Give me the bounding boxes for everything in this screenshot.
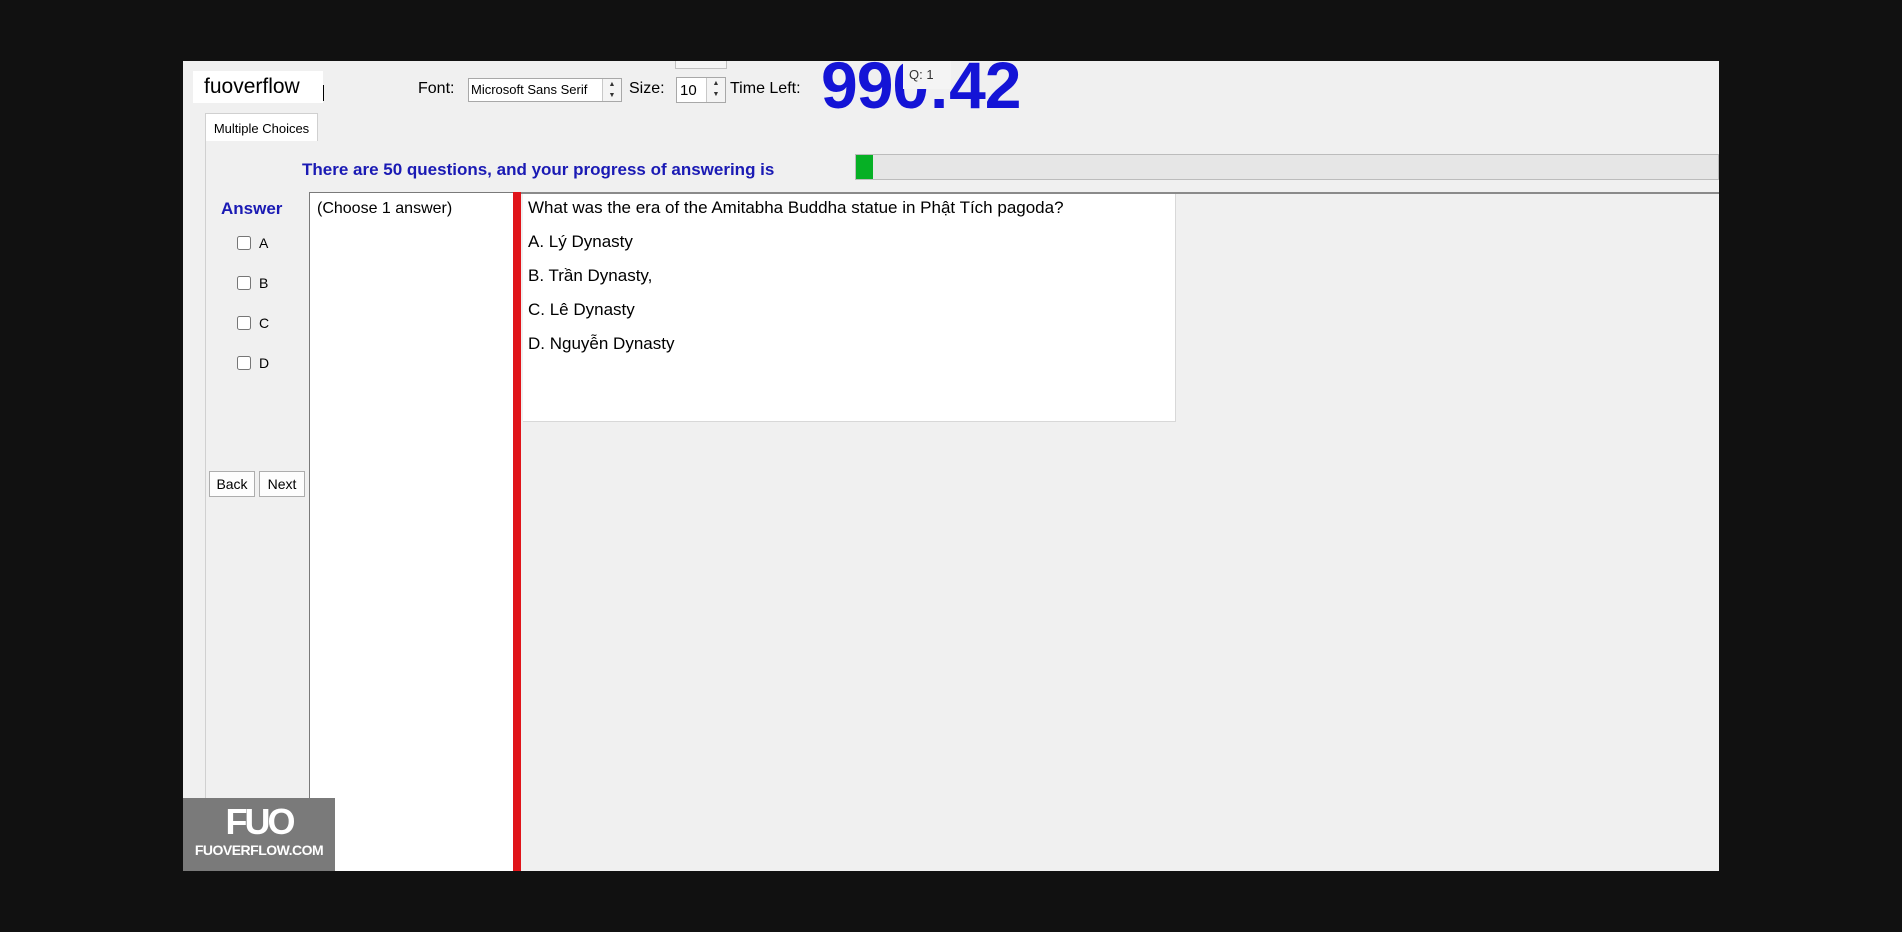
size-value: 10	[680, 82, 697, 99]
splitter-handle[interactable]	[513, 192, 521, 871]
option-label: D	[259, 355, 270, 371]
answer-title: Answer	[221, 199, 283, 218]
option-label: B	[259, 275, 269, 291]
spin-up-icon[interactable]: ▲	[707, 78, 725, 89]
time-left-label: Time Left:	[730, 80, 801, 97]
font-label: Font:	[418, 80, 455, 97]
hidden-control-edge	[675, 61, 727, 69]
text-caret	[323, 85, 324, 101]
watermark-site: FUOVERFLOW.COM	[194, 842, 324, 858]
next-button[interactable]: Next	[259, 471, 305, 497]
font-value: Microsoft Sans Serif	[471, 82, 588, 97]
watermark-logo: FUO FUOVERFLOW.COM	[183, 798, 335, 871]
question-answer-a: A. Lý Dynasty	[528, 232, 633, 251]
progress-fill	[856, 155, 874, 179]
checkbox-b[interactable]	[237, 276, 251, 290]
choose-hint: (Choose 1 answer)	[317, 200, 453, 217]
brand-label: fuoverflow	[193, 71, 323, 103]
tab-multiple-choices[interactable]: Multiple Choices	[205, 113, 318, 142]
spin-up-icon[interactable]: ▲	[603, 79, 621, 90]
spin-down-icon[interactable]: ▼	[603, 90, 621, 101]
question-answer-d: D. Nguyễn Dynasty	[528, 334, 675, 353]
size-spinner[interactable]: ▲ ▼	[706, 78, 725, 102]
size-label: Size:	[629, 80, 665, 97]
spin-down-icon[interactable]: ▼	[707, 89, 725, 100]
checkbox-a[interactable]	[237, 236, 251, 250]
checkbox-d[interactable]	[237, 356, 251, 370]
font-selector[interactable]: Microsoft Sans Serif ▲ ▼	[468, 78, 622, 102]
question-number-tooltip: Q: 1	[903, 61, 951, 89]
question-answer-b: B. Trần Dynasty,	[528, 266, 653, 285]
progress-text: There are 50 questions, and your progres…	[302, 160, 775, 179]
progress-bar	[855, 154, 1719, 180]
answer-option-d[interactable]: D	[237, 355, 269, 371]
font-spinner[interactable]: ▲ ▼	[602, 79, 621, 101]
answer-hint-box: (Choose 1 answer)	[309, 192, 514, 871]
exam-window: fuoverflow Font: Microsoft Sans Serif ▲ …	[183, 61, 1719, 871]
option-label: C	[259, 315, 270, 331]
option-label: A	[259, 235, 269, 251]
size-stepper[interactable]: 10 ▲ ▼	[676, 77, 726, 103]
question-text: What was the era of the Amitabha Buddha …	[528, 198, 1064, 217]
question-box: What was the era of the Amitabha Buddha …	[523, 194, 1176, 422]
answer-option-c[interactable]: C	[237, 315, 269, 331]
watermark-logo-text: FUO	[225, 801, 296, 842]
answer-option-a[interactable]: A	[237, 235, 268, 251]
checkbox-c[interactable]	[237, 316, 251, 330]
question-answer-c: C. Lê Dynasty	[528, 300, 635, 319]
answer-option-b[interactable]: B	[237, 275, 268, 291]
back-button[interactable]: Back	[209, 471, 255, 497]
